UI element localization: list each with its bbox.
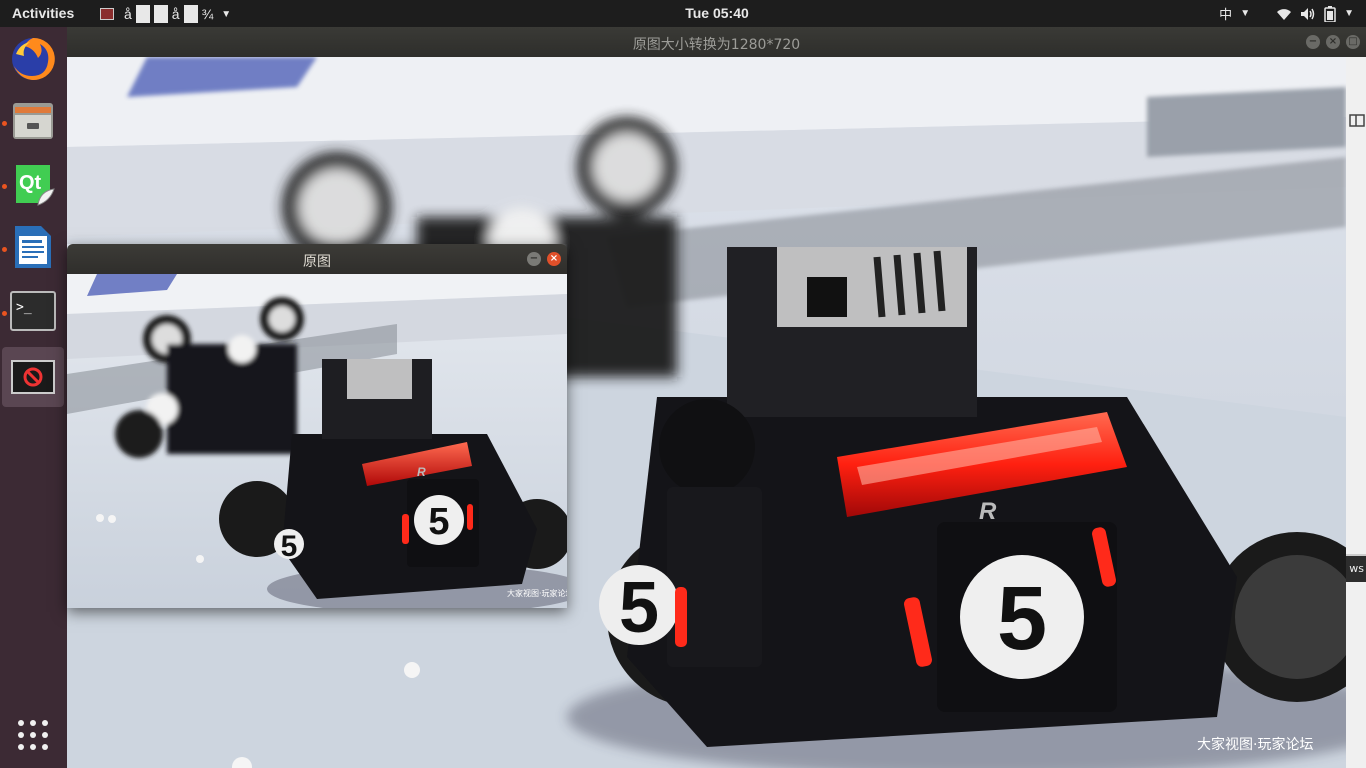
input-method-indicator[interactable]: 中 — [1219, 4, 1232, 23]
chevron-down-icon: ▼ — [1344, 8, 1354, 19]
writer-icon — [15, 226, 51, 268]
window-title: 原图大小转换为1280*720 — [632, 37, 801, 53]
window-titlebar[interactable]: 原图 − × — [67, 244, 567, 274]
dock-item-terminal[interactable]: >_ — [2, 281, 64, 341]
original-image-window: 原图 − × 5 5 R 大家视图·玩家论坛 — [67, 244, 567, 608]
armor-number-rear: 5 — [428, 501, 449, 543]
top-bar: Activities å å ¾ ▼ Tue 05:40 中 ▼ ▼ — [0, 0, 1366, 27]
minimize-button[interactable]: − — [1306, 35, 1320, 49]
qt-creator-icon: Qt — [16, 165, 55, 206]
wifi-icon — [1277, 8, 1292, 20]
files-icon — [13, 103, 53, 139]
armor-number-side: 5 — [281, 530, 298, 563]
robot-photo-small: 5 5 R 大家视图·玩家论坛 — [67, 274, 567, 608]
robot-logo: R — [979, 498, 997, 525]
side-panel[interactable]: ws — [1346, 57, 1366, 768]
system-tray[interactable]: 中 ▼ ▼ — [1219, 4, 1354, 23]
watermark: 大家视图·玩家论坛 — [1197, 736, 1313, 753]
clock[interactable]: Tue 05:40 — [0, 5, 1366, 21]
armor-number-side: 5 — [619, 568, 659, 648]
show-applications-button[interactable] — [17, 719, 49, 755]
window-controls: − × □ — [1306, 35, 1360, 49]
minimize-button[interactable]: − — [527, 252, 541, 266]
window-titlebar[interactable]: 原图大小转换为1280*720 − × □ — [67, 27, 1366, 57]
close-button[interactable]: × — [547, 252, 561, 266]
volume-icon — [1301, 7, 1315, 20]
dock-item-writer[interactable] — [2, 217, 64, 277]
svg-text:Qt: Qt — [19, 172, 42, 194]
split-view-icon[interactable] — [1348, 111, 1366, 131]
close-button[interactable]: × — [1326, 35, 1340, 49]
dock-item-firefox[interactable] — [2, 29, 64, 89]
window-controls: − × — [527, 252, 561, 266]
armor-number-rear: 5 — [997, 569, 1047, 669]
image-viewer-icon — [11, 360, 55, 394]
original-image: 5 5 R 大家视图·玩家论坛 — [67, 274, 567, 608]
firefox-icon — [12, 37, 55, 80]
dock: Qt >_ — [0, 27, 67, 768]
terminal-icon: >_ — [10, 291, 56, 331]
dock-item-files[interactable] — [2, 91, 64, 151]
svg-text:>_: >_ — [16, 300, 32, 315]
app-grid-icon — [18, 720, 48, 750]
battery-icon — [1324, 5, 1336, 22]
side-label: ws — [1346, 556, 1366, 582]
maximize-button[interactable]: □ — [1346, 35, 1360, 49]
dock-item-qt-creator[interactable]: Qt — [2, 154, 64, 214]
robot-logo: R — [417, 465, 426, 479]
window-title: 原图 — [303, 254, 331, 270]
watermark: 大家视图·玩家论坛 — [507, 588, 567, 598]
chevron-down-icon: ▼ — [1240, 8, 1251, 19]
dock-item-opencv-app[interactable] — [2, 347, 64, 407]
